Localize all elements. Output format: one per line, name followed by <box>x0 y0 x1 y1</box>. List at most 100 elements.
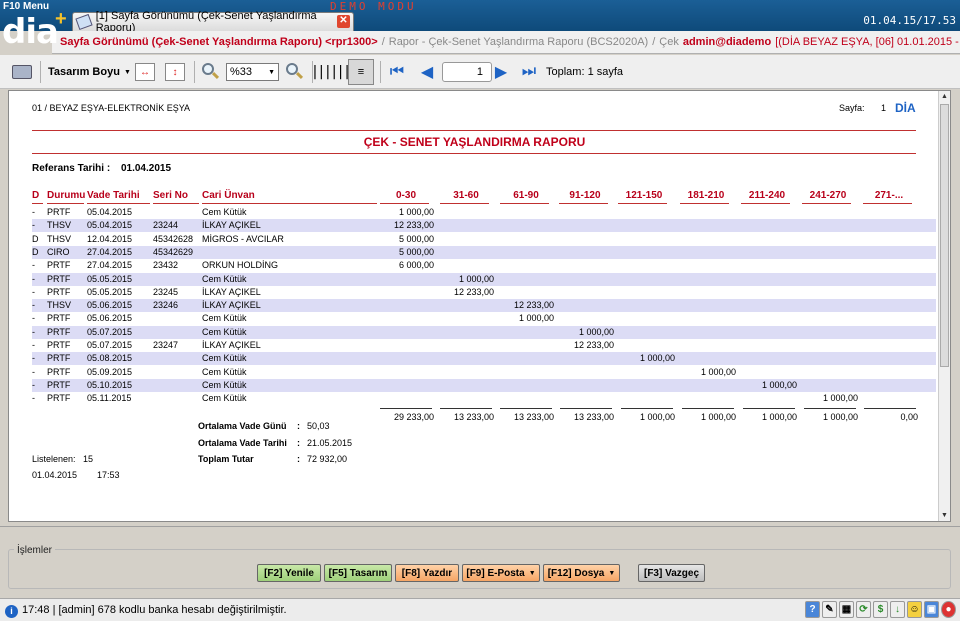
cell-durum: PRTF <box>47 286 71 297</box>
table-row[interactable]: - PRTF 05.10.2015 Cem Kütük 1 000,00 <box>32 378 936 392</box>
cell-cari: İLKAY AÇIKEL <box>202 340 261 350</box>
tools-icon[interactable]: ✎ <box>822 601 837 618</box>
cancel-label: [F3] Vazgeç <box>643 567 700 579</box>
cell-amount: 1 000,00 <box>639 353 675 364</box>
chevron-down-icon: ▼ <box>268 68 275 76</box>
cell-vade: 27.04.2015 <box>87 246 133 257</box>
table-row[interactable]: D CIRO 27.04.2015 45342629 5 000,00 <box>32 245 936 259</box>
report-toolbar: Tasarım Boyu ▼ ↔ ↕ %33 ▼ |||||| ≡ ⏮ ◀ 1 … <box>0 55 960 89</box>
table-row[interactable]: - PRTF 05.09.2015 Cem Kütük 1 000,00 <box>32 366 936 379</box>
column-underline <box>559 203 608 204</box>
column-header: 91-120 <box>569 190 601 201</box>
cell-seri: 23244 <box>153 220 179 231</box>
total-underline <box>380 408 432 409</box>
status-bar: i 17:48 | [admin] 678 kodlu banka hesabı… <box>0 598 960 621</box>
table-row[interactable]: - PRTF 27.04.2015 23432 ORKUN HOLDİNG 6 000,0… <box>32 259 936 272</box>
previous-page-icon[interactable]: ◀ <box>416 61 438 83</box>
scroll-thumb[interactable] <box>940 104 949 367</box>
column-header: Cari Ünvan <box>202 190 255 201</box>
tab-close-icon[interactable]: ✕ <box>337 15 350 28</box>
cell-d: - <box>32 366 35 377</box>
next-page-icon[interactable]: ▶ <box>490 61 512 83</box>
print-icon[interactable] <box>10 61 34 83</box>
print-button[interactable]: [F8] Yazdır <box>395 564 459 582</box>
zoom-in-icon[interactable] <box>284 61 304 83</box>
cell-durum: PRTF <box>47 326 71 337</box>
column-underline <box>680 203 729 204</box>
cell-durum: THSV <box>47 220 72 231</box>
file-button[interactable]: [F12] Dosya ▼ <box>543 564 620 582</box>
table-row[interactable]: - PRTF 05.07.2015 23247 İLKAY AÇIKEL 12 233,0… <box>32 339 936 352</box>
report-viewer[interactable]: 01 / BEYAZ EŞYA-ELEKTRONİK EŞYA Sayfa: 1… <box>8 90 951 522</box>
refresh-button[interactable]: [F2] Yenile <box>257 564 321 582</box>
total-underline <box>864 408 916 409</box>
calculator-icon[interactable]: ▦ <box>839 601 854 618</box>
vertical-scrollbar[interactable]: ▲ ▼ <box>938 91 950 521</box>
divider <box>32 153 916 154</box>
cell-seri: 23432 <box>153 260 179 271</box>
cell-amount: 1 000,00 <box>700 366 736 377</box>
cell-seri: 23247 <box>153 340 179 350</box>
barcode-icon[interactable]: |||||| <box>311 61 352 83</box>
cell-durum: PRTF <box>47 313 71 324</box>
cell-durum: PRTF <box>47 260 71 271</box>
cell-vade: 05.06.2015 <box>87 313 133 324</box>
first-page-icon[interactable]: ⏮ <box>386 61 408 83</box>
print-date: 01.04.2015 <box>32 470 78 480</box>
table-row[interactable]: - PRTF 05.11.2015 Cem Kütük 1 000,00 <box>32 392 936 405</box>
f10-menu-button[interactable]: F10 Menu <box>3 1 49 12</box>
table-row[interactable]: - PRTF 05.05.2015 Cem Kütük 1 000,00 <box>32 272 936 286</box>
avg-days-label: Ortalama Vade Günü <box>198 421 287 431</box>
cell-d: - <box>32 260 35 271</box>
list-view-icon[interactable]: ≡ <box>348 59 374 85</box>
module-name: Çek <box>659 36 679 48</box>
currency-icon[interactable]: $ <box>873 601 888 618</box>
column-header: 61-90 <box>513 190 539 201</box>
cell-vade: 05.09.2015 <box>87 366 133 377</box>
tab-sayfa-gorunumu[interactable]: [1] Sayfa Görünümü (Çek-Senet Yaşlandırm… <box>72 10 354 34</box>
design-size-dropdown[interactable]: Tasarım Boyu ▼ <box>48 61 131 83</box>
zoom-select[interactable]: %33 ▼ <box>226 63 279 81</box>
cell-vade: 05.06.2015 <box>87 300 133 311</box>
sync-icon[interactable]: ⟳ <box>856 601 871 618</box>
cell-vade: 27.04.2015 <box>87 260 133 271</box>
avg-date-value: 21.05.2015 <box>307 438 353 448</box>
cell-amount: 12 233,00 <box>573 340 614 350</box>
lock-icon[interactable]: ▣ <box>924 601 939 618</box>
zoom-value: %33 <box>230 66 253 78</box>
download-icon[interactable]: ↓ <box>890 601 905 618</box>
scroll-up-icon[interactable]: ▲ <box>939 91 950 102</box>
cell-d: - <box>32 313 35 324</box>
total-underline <box>682 408 734 409</box>
column-header: Vade Tarihi <box>87 190 140 201</box>
scroll-down-icon[interactable]: ▼ <box>939 510 950 521</box>
help-icon[interactable]: ? <box>805 601 820 618</box>
cell-d: - <box>32 340 35 350</box>
design-label: [F5] Tasarım <box>328 567 388 579</box>
table-row[interactable]: D THSV 12.04.2015 45342628 MİGROS - AVCILAR 5… <box>32 233 936 246</box>
report-brand: DİA <box>895 101 916 115</box>
smiley-icon[interactable]: ☺ <box>907 601 922 618</box>
cell-d: D <box>32 246 39 257</box>
cell-amount: 12 233,00 <box>513 300 554 311</box>
table-row[interactable]: - PRTF 05.04.2015 Cem Kütük 1 000,00 <box>32 206 936 219</box>
table-row[interactable]: - THSV 05.06.2015 23246 İLKAY AÇIKEL 12 233,0… <box>32 299 936 313</box>
design-button[interactable]: [F5] Tasarım <box>324 564 392 582</box>
cell-amount: 1 000,00 <box>822 393 858 404</box>
table-row[interactable]: - PRTF 05.05.2015 23245 İLKAY AÇIKEL 12 233,0… <box>32 286 936 299</box>
zoom-out-icon[interactable] <box>200 61 220 83</box>
page-number-input[interactable]: 1 <box>442 62 492 82</box>
table-row[interactable]: - PRTF 05.08.2015 Cem Kütük 1 000,00 <box>32 352 936 366</box>
table-row[interactable]: - THSV 05.04.2015 23244 İLKAY AÇIKEL 12 233,0… <box>32 219 936 233</box>
email-button[interactable]: [F9] E-Posta ▼ <box>462 564 540 582</box>
cancel-button[interactable]: [F3] Vazgeç <box>638 564 705 582</box>
app-title-bar: F10 Menu DEMO MODU + [1] Sayfa Görünümü … <box>0 0 960 34</box>
table-row[interactable]: - PRTF 05.06.2015 Cem Kütük 1 000,00 <box>32 312 936 325</box>
last-page-icon[interactable]: ⏭ <box>518 61 540 83</box>
fit-width-icon[interactable]: ↔ <box>135 61 155 83</box>
fit-height-icon[interactable]: ↕ <box>165 61 185 83</box>
table-row[interactable]: - PRTF 05.07.2015 Cem Kütük 1 000,00 <box>32 325 936 339</box>
exit-icon[interactable]: ● <box>941 601 956 618</box>
column-underline <box>618 203 667 204</box>
reference-date: Referans Tarihi : 01.04.2015 <box>32 163 171 174</box>
